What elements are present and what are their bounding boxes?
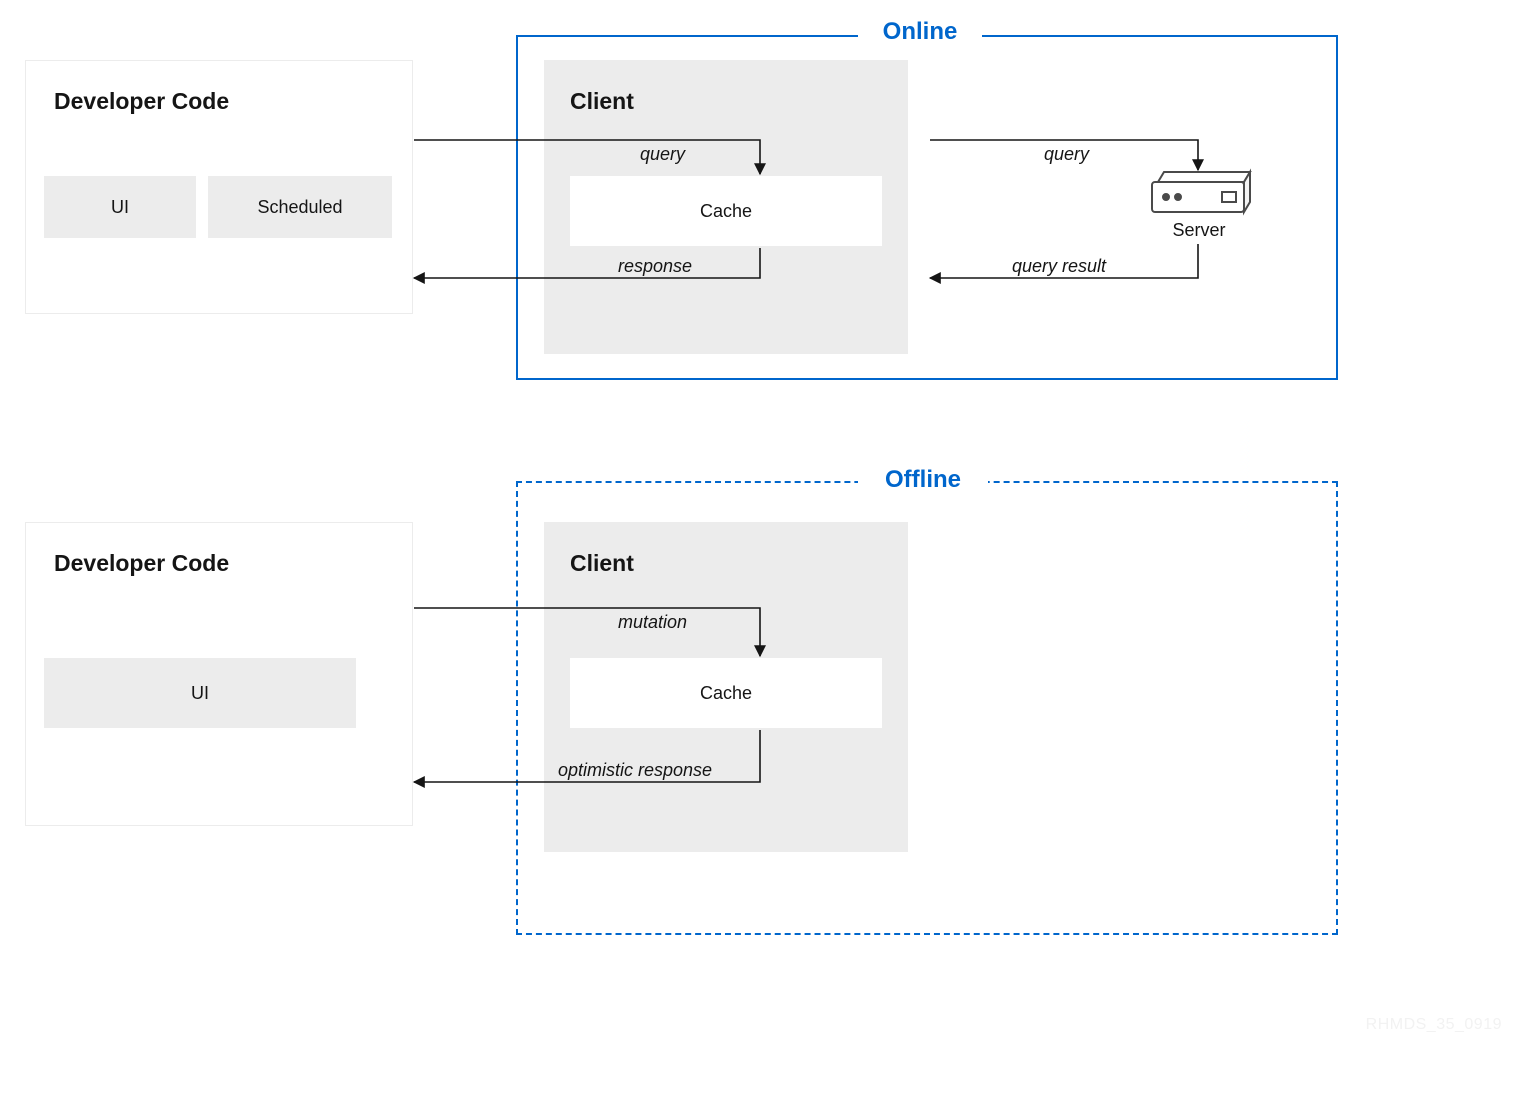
offline-label: Offline — [858, 466, 988, 494]
label-online-query-cache: query — [640, 144, 685, 165]
label-online-query-server: query — [1044, 144, 1089, 165]
online-developer-title: Developer Code — [54, 88, 229, 115]
online-client-title: Client — [570, 88, 634, 115]
label-online-response: response — [618, 256, 692, 277]
offline-developer-title: Developer Code — [54, 550, 229, 577]
online-server-label: Server — [1164, 220, 1234, 241]
online-ui-chip: UI — [44, 176, 196, 238]
watermark: RHMDS_35_0919 — [1366, 1016, 1502, 1034]
offline-cache-box: Cache — [570, 658, 882, 728]
offline-ui-chip: UI — [44, 658, 356, 728]
online-scheduled-chip: Scheduled — [208, 176, 392, 238]
label-offline-optimistic: optimistic response — [558, 760, 712, 781]
label-offline-mutation: mutation — [618, 612, 687, 633]
offline-client-title: Client — [570, 550, 634, 577]
online-cache-box: Cache — [570, 176, 882, 246]
online-label: Online — [858, 18, 982, 46]
label-online-query-result: query result — [1012, 256, 1106, 277]
